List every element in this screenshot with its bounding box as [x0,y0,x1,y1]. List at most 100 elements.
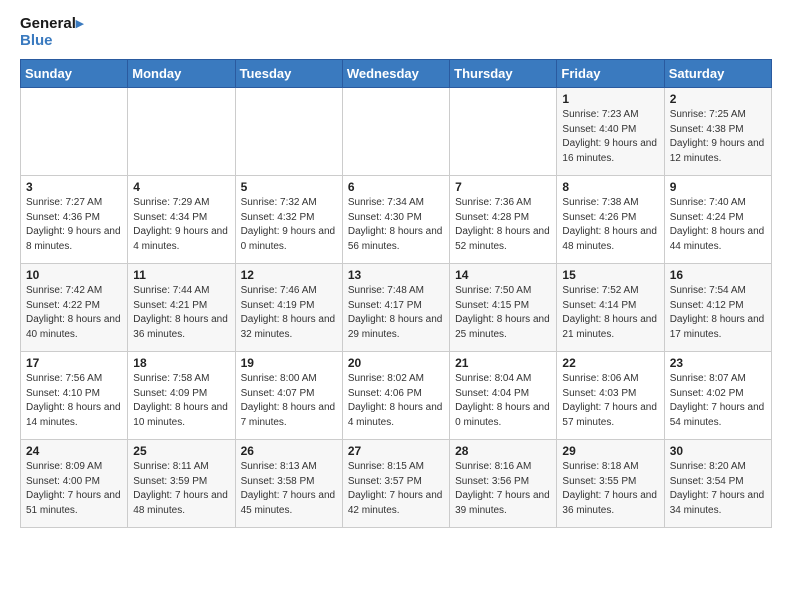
page-header: General▸ Blue [20,16,772,49]
day-info: Sunrise: 7:34 AM Sunset: 4:30 PM Dayligh… [348,196,444,254]
header-day-wednesday: Wednesday [342,60,449,88]
calendar-cell: 21 Sunrise: 8:04 AM Sunset: 4:04 PM Dayli… [450,352,557,440]
calendar-cell: 25Sunrise: 8:11 AM Sunset: 3:59 PM Dayli… [128,440,235,528]
calendar-cell: 14 Sunrise: 7:50 AM Sunset: 4:15 PM Dayli… [450,264,557,352]
calendar-cell: 26Sunrise: 8:13 AM Sunset: 3:58 PM Dayli… [235,440,342,528]
day-info: Sunrise: 7:40 AM Sunset: 4:24 PM Dayligh… [670,196,766,254]
calendar-cell: 4 Sunrise: 7:29 AM Sunset: 4:34 PM Daylig… [128,176,235,264]
day-number: 4 [133,180,229,194]
day-info: Sunrise: 8:06 AM Sunset: 4:03 PM Dayligh… [562,372,658,430]
calendar-week-3: 10 Sunrise: 7:42 AM Sunset: 4:22 PM Dayli… [21,264,772,352]
calendar-cell: 5 Sunrise: 7:32 AM Sunset: 4:32 PM Daylig… [235,176,342,264]
day-info: Sunrise: 7:36 AM Sunset: 4:28 PM Dayligh… [455,196,551,254]
day-number: 24 [26,444,122,458]
calendar-cell: 22 Sunrise: 8:06 AM Sunset: 4:03 PM Dayli… [557,352,664,440]
day-number: 15 [562,268,658,282]
day-number: 27 [348,444,444,458]
calendar-cell [450,88,557,176]
logo: General▸ Blue [20,16,83,49]
day-number: 21 [455,356,551,370]
day-number: 12 [241,268,337,282]
day-info: Sunrise: 7:27 AM Sunset: 4:36 PM Dayligh… [26,196,122,254]
day-info: Sunrise: 7:56 AM Sunset: 4:10 PM Dayligh… [26,372,122,430]
day-number: 26 [241,444,337,458]
day-info: Sunrise: 8:11 AM Sunset: 3:59 PM Dayligh… [133,460,229,518]
day-info: Sunrise: 8:18 AM Sunset: 3:55 PM Dayligh… [562,460,658,518]
day-info: Sunrise: 8:07 AM Sunset: 4:02 PM Dayligh… [670,372,766,430]
calendar-cell: 13 Sunrise: 7:48 AM Sunset: 4:17 PM Dayli… [342,264,449,352]
day-number: 22 [562,356,658,370]
day-number: 20 [348,356,444,370]
calendar-cell: 29 Sunrise: 8:18 AM Sunset: 3:55 PM Dayli… [557,440,664,528]
header-day-sunday: Sunday [21,60,128,88]
calendar-cell: 17 Sunrise: 7:56 AM Sunset: 4:10 PM Dayli… [21,352,128,440]
calendar-cell: 8 Sunrise: 7:38 AM Sunset: 4:26 PM Daylig… [557,176,664,264]
day-info: Sunrise: 7:32 AM Sunset: 4:32 PM Dayligh… [241,196,337,254]
day-number: 14 [455,268,551,282]
calendar-cell: 10 Sunrise: 7:42 AM Sunset: 4:22 PM Dayli… [21,264,128,352]
header-day-tuesday: Tuesday [235,60,342,88]
calendar-week-2: 3 Sunrise: 7:27 AM Sunset: 4:36 PM Daylig… [21,176,772,264]
calendar-week-5: 24 Sunrise: 8:09 AM Sunset: 4:00 PM Dayli… [21,440,772,528]
day-number: 10 [26,268,122,282]
day-number: 9 [670,180,766,194]
calendar-header: SundayMondayTuesdayWednesdayThursdayFrid… [21,60,772,88]
day-info: Sunrise: 7:48 AM Sunset: 4:17 PM Dayligh… [348,284,444,342]
day-info: Sunrise: 7:25 AM Sunset: 4:38 PM Dayligh… [670,108,766,166]
day-number: 30 [670,444,766,458]
calendar-cell: 20Sunrise: 8:02 AM Sunset: 4:06 PM Dayli… [342,352,449,440]
calendar-cell: 15 Sunrise: 7:52 AM Sunset: 4:14 PM Dayli… [557,264,664,352]
day-number: 6 [348,180,444,194]
day-number: 7 [455,180,551,194]
calendar-cell: 7 Sunrise: 7:36 AM Sunset: 4:28 PM Daylig… [450,176,557,264]
day-info: Sunrise: 7:38 AM Sunset: 4:26 PM Dayligh… [562,196,658,254]
header-day-saturday: Saturday [664,60,771,88]
calendar-cell: 2 Sunrise: 7:25 AM Sunset: 4:38 PM Daylig… [664,88,771,176]
day-number: 17 [26,356,122,370]
logo-text-block: General▸ Blue [20,16,83,49]
calendar-cell: 27 Sunrise: 8:15 AM Sunset: 3:57 PM Dayli… [342,440,449,528]
day-info: Sunrise: 7:23 AM Sunset: 4:40 PM Dayligh… [562,108,658,166]
day-info: Sunrise: 7:42 AM Sunset: 4:22 PM Dayligh… [26,284,122,342]
calendar-cell: 12 Sunrise: 7:46 AM Sunset: 4:19 PM Dayli… [235,264,342,352]
calendar-cell: 24 Sunrise: 8:09 AM Sunset: 4:00 PM Dayli… [21,440,128,528]
header-day-friday: Friday [557,60,664,88]
calendar-cell: 16Sunrise: 7:54 AM Sunset: 4:12 PM Dayli… [664,264,771,352]
day-info: Sunrise: 7:44 AM Sunset: 4:21 PM Dayligh… [133,284,229,342]
day-info: Sunrise: 7:50 AM Sunset: 4:15 PM Dayligh… [455,284,551,342]
day-number: 2 [670,92,766,106]
day-number: 13 [348,268,444,282]
day-info: Sunrise: 8:04 AM Sunset: 4:04 PM Dayligh… [455,372,551,430]
day-number: 11 [133,268,229,282]
day-number: 28 [455,444,551,458]
calendar-body: 1 Sunrise: 7:23 AM Sunset: 4:40 PM Daylig… [21,88,772,528]
day-info: Sunrise: 8:20 AM Sunset: 3:54 PM Dayligh… [670,460,766,518]
day-number: 29 [562,444,658,458]
day-info: Sunrise: 7:58 AM Sunset: 4:09 PM Dayligh… [133,372,229,430]
header-day-thursday: Thursday [450,60,557,88]
day-info: Sunrise: 8:09 AM Sunset: 4:00 PM Dayligh… [26,460,122,518]
day-number: 23 [670,356,766,370]
calendar-week-4: 17 Sunrise: 7:56 AM Sunset: 4:10 PM Dayli… [21,352,772,440]
calendar-cell [342,88,449,176]
day-info: Sunrise: 8:00 AM Sunset: 4:07 PM Dayligh… [241,372,337,430]
day-info: Sunrise: 8:16 AM Sunset: 3:56 PM Dayligh… [455,460,551,518]
day-info: Sunrise: 7:52 AM Sunset: 4:14 PM Dayligh… [562,284,658,342]
day-number: 8 [562,180,658,194]
header-day-monday: Monday [128,60,235,88]
calendar-cell: 11 Sunrise: 7:44 AM Sunset: 4:21 PM Dayli… [128,264,235,352]
day-info: Sunrise: 7:29 AM Sunset: 4:34 PM Dayligh… [133,196,229,254]
day-info: Sunrise: 7:46 AM Sunset: 4:19 PM Dayligh… [241,284,337,342]
calendar-cell [21,88,128,176]
day-info: Sunrise: 7:54 AM Sunset: 4:12 PM Dayligh… [670,284,766,342]
calendar-cell [128,88,235,176]
day-number: 5 [241,180,337,194]
calendar-cell: 6 Sunrise: 7:34 AM Sunset: 4:30 PM Daylig… [342,176,449,264]
day-number: 3 [26,180,122,194]
day-info: Sunrise: 8:15 AM Sunset: 3:57 PM Dayligh… [348,460,444,518]
day-number: 1 [562,92,658,106]
calendar-cell [235,88,342,176]
calendar-cell: 23 Sunrise: 8:07 AM Sunset: 4:02 PM Dayli… [664,352,771,440]
day-number: 18 [133,356,229,370]
calendar-cell: 28 Sunrise: 8:16 AM Sunset: 3:56 PM Dayli… [450,440,557,528]
